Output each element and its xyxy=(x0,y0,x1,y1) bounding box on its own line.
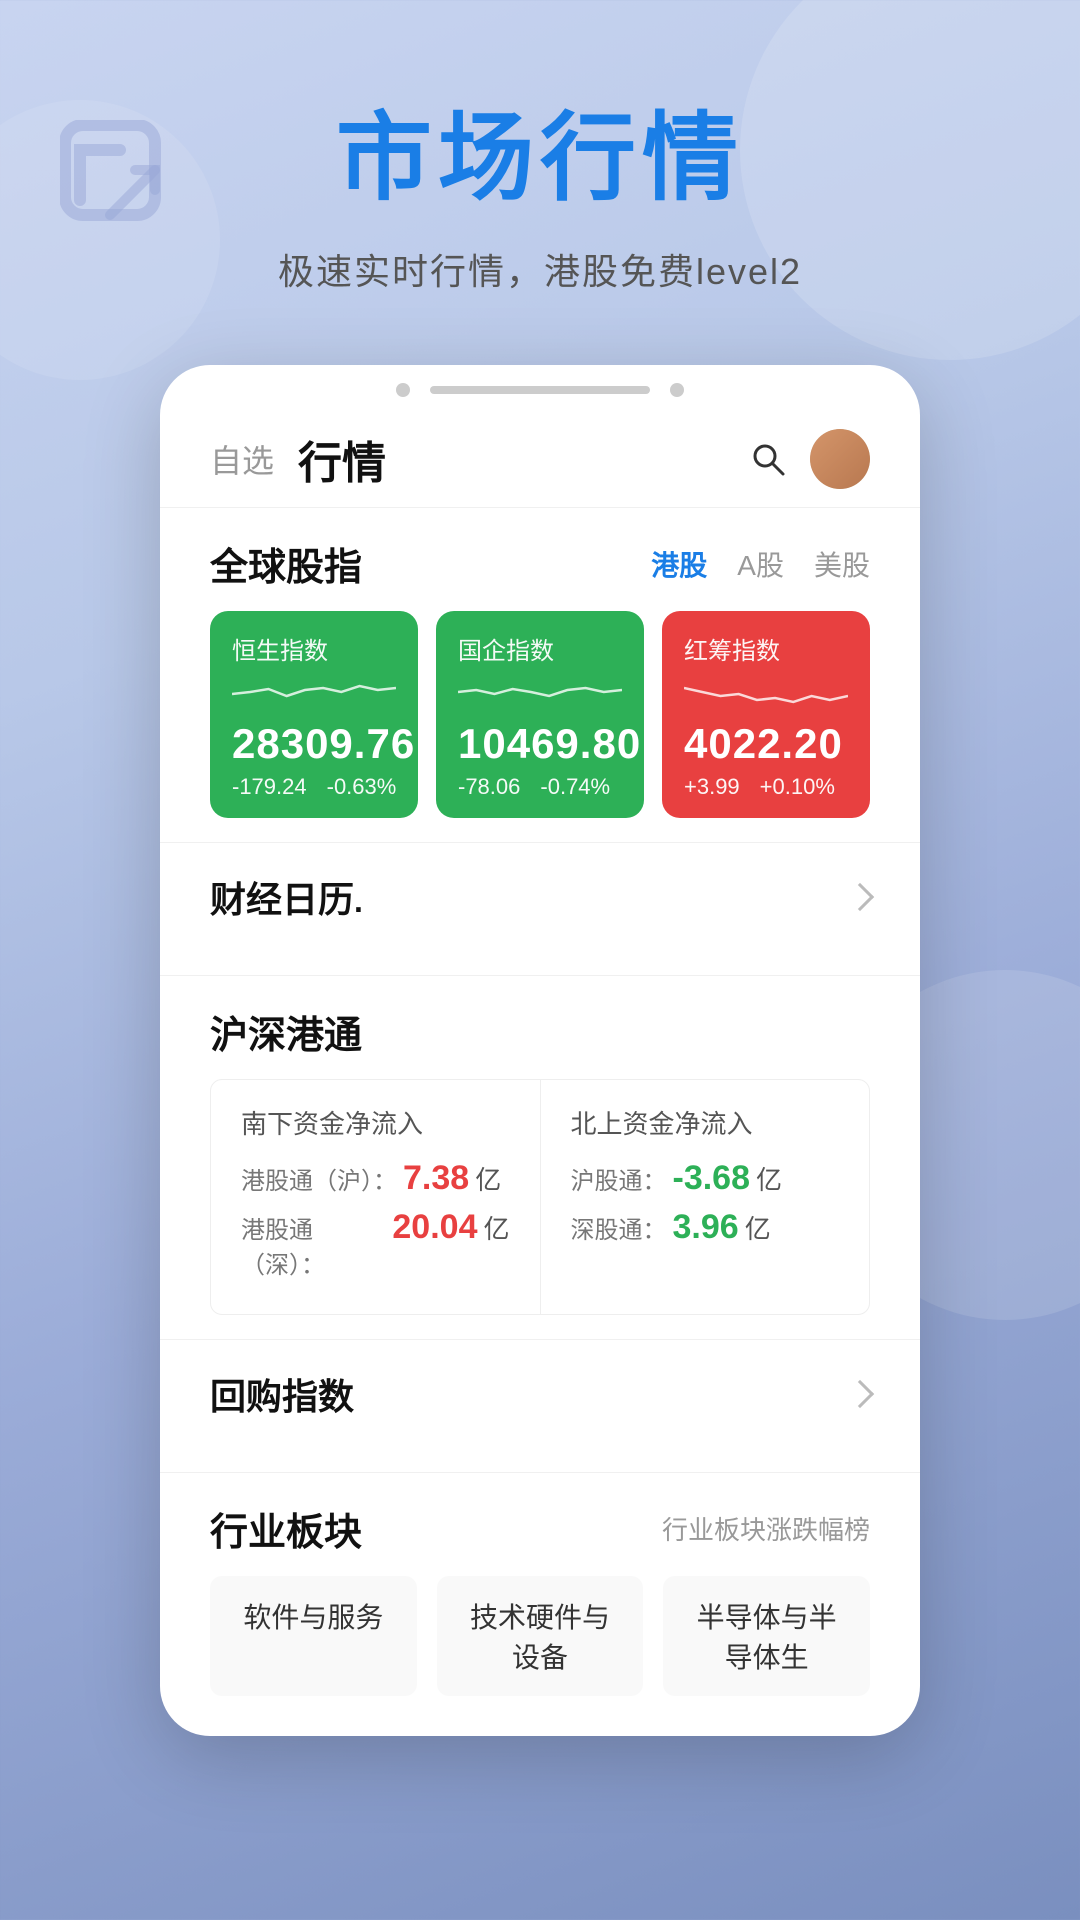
index-card-hsi[interactable]: 恒生指数 28309.76 -179.24 -0.63% xyxy=(210,611,418,818)
north-unit-1: 亿 xyxy=(756,1160,782,1197)
card-hsi-pct: -0.63% xyxy=(327,774,397,800)
industry-col-1[interactable]: 软件与服务 xyxy=(210,1576,417,1696)
card-hsi-name: 恒生指数 xyxy=(232,631,396,666)
card-hscei-changes: -78.06 -0.74% xyxy=(458,774,622,800)
industry-col-3[interactable]: 半导体与半导体生 xyxy=(663,1576,870,1696)
north-flow-cell: 北上资金净流入 沪股通： -3.68 亿 深股通： 3.96 亿 xyxy=(541,1080,870,1314)
south-row-1: 港股通（沪）： 7.38 亿 xyxy=(241,1159,510,1198)
phone-mockup: 自选 行情 全球股指 港股 A股 美股 恒生指数 xyxy=(160,365,920,1736)
industry-cols: 软件与服务 技术硬件与设备 半导体与半导体生 xyxy=(210,1576,870,1696)
finance-calendar-title: 财经日历. xyxy=(210,871,840,923)
zixuan-label[interactable]: 自选 xyxy=(210,436,274,482)
market-tabs: 港股 A股 美股 xyxy=(651,544,870,584)
industry-subtitle: 行业板块涨跌幅榜 xyxy=(662,1510,870,1547)
industry-col-3-label: 半导体与半导体生 xyxy=(697,1602,837,1673)
buyback-chevron-icon xyxy=(846,1380,874,1408)
calendar-dot: . xyxy=(354,883,363,919)
card-hcci-value: 4022.20 xyxy=(684,720,848,768)
calendar-chevron-icon xyxy=(846,883,874,911)
north-heading: 北上资金净流入 xyxy=(571,1104,840,1141)
north-unit-2: 亿 xyxy=(745,1209,771,1246)
tab-a[interactable]: A股 xyxy=(737,544,784,584)
tab-us[interactable]: 美股 xyxy=(814,544,870,584)
industry-header: 行业板块 行业板块涨跌幅榜 xyxy=(210,1473,870,1556)
industry-col-1-label: 软件与服务 xyxy=(243,1602,383,1633)
global-indices-section: 全球股指 港股 A股 美股 恒生指数 28309.76 -179.24 -0 xyxy=(160,508,920,818)
north-label-2: 深股通： xyxy=(571,1210,667,1245)
card-hsi-sparkline xyxy=(232,674,396,710)
status-line xyxy=(430,386,650,394)
card-hscei-name: 国企指数 xyxy=(458,631,622,666)
status-bar xyxy=(160,365,920,407)
avatar-image xyxy=(810,429,870,489)
north-value-1: -3.68 xyxy=(673,1159,751,1198)
south-row-2: 港股通（深）： 20.04 亿 xyxy=(241,1208,510,1280)
buyback-title: 回购指数 xyxy=(210,1368,840,1420)
hk-connect-title: 沪深港通 xyxy=(210,1015,362,1057)
indices-header: 全球股指 港股 A股 美股 xyxy=(210,536,870,591)
north-label-1: 沪股通： xyxy=(571,1161,667,1196)
industry-col-2-label: 技术硬件与设备 xyxy=(470,1602,610,1673)
app-header: 自选 行情 xyxy=(160,407,920,508)
south-flow-cell: 南下资金净流入 港股通（沪）： 7.38 亿 港股通（深）： 20.04 亿 xyxy=(211,1080,541,1314)
buyback-row[interactable]: 回购指数 xyxy=(160,1340,920,1448)
card-hcci-change: +3.99 xyxy=(684,774,740,800)
north-row-2: 深股通： 3.96 亿 xyxy=(571,1208,840,1247)
card-hscei-sparkline xyxy=(458,674,622,710)
card-hsi-changes: -179.24 -0.63% xyxy=(232,774,396,800)
card-hsi-value: 28309.76 xyxy=(232,720,396,768)
card-hsi-change: -179.24 xyxy=(232,774,307,800)
industry-section: 行业板块 行业板块涨跌幅榜 软件与服务 技术硬件与设备 半导体与半导体生 xyxy=(160,1473,920,1696)
industry-title: 行业板块 xyxy=(210,1501,362,1556)
search-button[interactable] xyxy=(746,437,790,481)
card-hscei-pct: -0.74% xyxy=(540,774,610,800)
card-hscei-change: -78.06 xyxy=(458,774,520,800)
card-hcci-name: 红筹指数 xyxy=(684,631,848,666)
hero-subtitle: 极速实时行情，港股免费level2 xyxy=(60,243,1020,295)
north-row-1: 沪股通： -3.68 亿 xyxy=(571,1159,840,1198)
hk-connect-grid: 南下资金净流入 港股通（沪）： 7.38 亿 港股通（深）： 20.04 亿 北… xyxy=(210,1079,870,1315)
south-value-1: 7.38 xyxy=(403,1159,469,1198)
status-dot-2 xyxy=(670,383,684,397)
hero-title: 市场行情 xyxy=(60,80,1020,219)
card-hcci-pct: +0.10% xyxy=(760,774,835,800)
indices-title: 全球股指 xyxy=(210,536,362,591)
hk-connect-section: 沪深港通 南下资金净流入 港股通（沪）： 7.38 亿 港股通（深）： 20.0… xyxy=(160,976,920,1315)
status-dot-1 xyxy=(396,383,410,397)
index-cards-container: 恒生指数 28309.76 -179.24 -0.63% 国企指数 xyxy=(210,611,870,818)
avatar[interactable] xyxy=(810,429,870,489)
south-heading: 南下资金净流入 xyxy=(241,1104,510,1141)
card-hscei-value: 10469.80 xyxy=(458,720,622,768)
south-unit-1: 亿 xyxy=(475,1160,501,1197)
index-card-hscei[interactable]: 国企指数 10469.80 -78.06 -0.74% xyxy=(436,611,644,818)
finance-calendar-row[interactable]: 财经日历. xyxy=(160,843,920,951)
card-hcci-changes: +3.99 +0.10% xyxy=(684,774,848,800)
south-label-2: 港股通（深）： xyxy=(241,1210,386,1280)
south-value-2: 20.04 xyxy=(392,1208,477,1247)
card-hcci-sparkline xyxy=(684,674,848,710)
hero-section: 市场行情 极速实时行情，港股免费level2 xyxy=(0,0,1080,335)
header-title: 行情 xyxy=(298,427,746,491)
industry-col-2[interactable]: 技术硬件与设备 xyxy=(437,1576,644,1696)
tab-hk[interactable]: 港股 xyxy=(651,544,707,584)
north-value-2: 3.96 xyxy=(673,1208,739,1247)
south-unit-2: 亿 xyxy=(483,1209,509,1246)
south-label-1: 港股通（沪）： xyxy=(241,1161,397,1196)
index-card-hcci[interactable]: 红筹指数 4022.20 +3.99 +0.10% xyxy=(662,611,870,818)
